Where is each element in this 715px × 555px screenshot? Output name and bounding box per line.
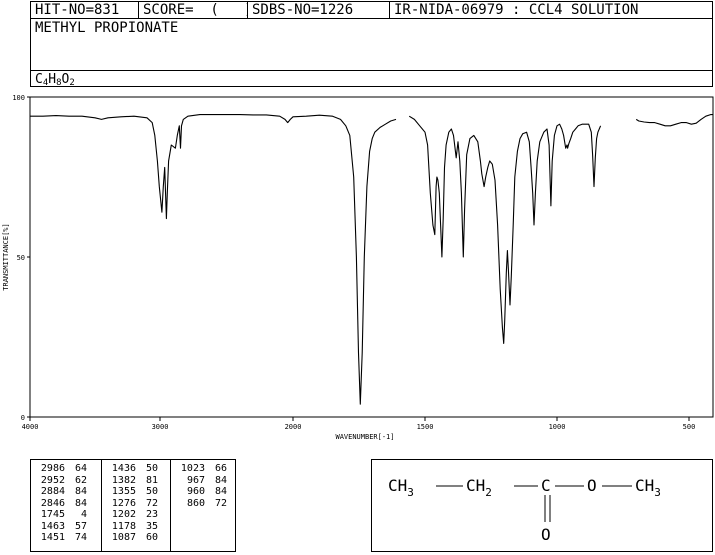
peak-transmittance: 84 — [214, 486, 227, 497]
peak-row: 2846 84 — [35, 498, 99, 510]
y-axis-ticks: 100 50 0 — [12, 94, 30, 422]
peak-transmittance: 81 — [145, 474, 158, 486]
peak-wavenumber: 1355 — [111, 486, 136, 497]
peak-row: 860 72 — [175, 498, 233, 510]
y-tick-label: 100 — [12, 94, 25, 102]
x-tick-label: 2000 — [285, 423, 302, 431]
peak-wavenumber: 860 — [186, 497, 205, 509]
peak-transmittance: 66 — [214, 463, 227, 474]
peak-row: 1178 35 — [106, 521, 168, 533]
peak-transmittance: 72 — [145, 497, 158, 509]
carbonyl-oxygen: O — [541, 525, 551, 544]
peak-wavenumber: 1436 — [111, 463, 136, 474]
x-axis-label: WAVENUMBER[-1] — [335, 433, 394, 441]
peak-row: 2884 84 — [35, 486, 99, 498]
peak-table: 2986 64 2952 62 2884 84 2846 84 1745 4 1463 57 1451 7… — [30, 459, 236, 552]
peak-row: 1087 60 — [106, 532, 168, 544]
peak-row: 2952 62 — [35, 475, 99, 487]
x-tick-label: 3000 — [152, 423, 169, 431]
peak-column: 1023 66 967 84 960 84 860 72 — [171, 460, 235, 551]
peak-wavenumber: 1463 — [40, 520, 65, 532]
peak-transmittance: 50 — [145, 486, 158, 497]
peak-row: 967 84 — [175, 475, 233, 487]
peak-transmittance: 84 — [74, 497, 87, 509]
peak-row: 1202 23 — [106, 509, 168, 521]
peak-row: 1355 50 — [106, 486, 168, 498]
y-tick-label: 50 — [17, 254, 25, 262]
peak-wavenumber: 2986 — [40, 463, 65, 474]
x-axis-ticks: 4000 3000 2000 1500 1000 500 — [22, 417, 696, 431]
peak-row: 1436 50 — [106, 463, 168, 475]
peak-transmittance: 60 — [145, 532, 158, 543]
peak-transmittance: 23 — [145, 509, 158, 520]
peak-row: 1276 72 — [106, 498, 168, 510]
peak-transmittance: 84 — [214, 474, 227, 486]
peak-wavenumber: 1023 — [180, 463, 205, 474]
peak-transmittance: 35 — [145, 520, 158, 532]
group-ch3-left: CH3 — [388, 476, 414, 499]
x-tick-label: 500 — [683, 423, 696, 431]
spectrum-line — [30, 114, 397, 405]
group-ch2: CH2 — [466, 476, 492, 499]
carbonyl-carbon: C — [541, 476, 551, 495]
ir-spectrum-chart: 4000 3000 2000 1500 1000 500 100500 WAVENUMBE… — [2, 94, 714, 441]
peak-wavenumber: 960 — [186, 486, 205, 497]
structure-diagram: CH3 CH2 C O CH3 O — [388, 476, 661, 544]
peak-transmittance: 62 — [74, 474, 87, 486]
x-tick-label: 4000 — [22, 423, 39, 431]
peak-row: 1745 4 — [35, 509, 99, 521]
peak-row: 2986 64 — [35, 463, 99, 475]
peak-column: 2986 64 2952 62 2884 84 2846 84 1745 4 1463 57 1451 7… — [31, 460, 102, 551]
peak-wavenumber: 1745 — [40, 509, 65, 520]
peak-wavenumber: 1087 — [111, 532, 136, 543]
peak-wavenumber: 2846 — [40, 497, 65, 509]
peak-wavenumber: 1382 — [111, 474, 136, 486]
spectrum-line — [635, 114, 713, 127]
structure-box: CH3 CH2 C O CH3 O — [371, 459, 713, 552]
x-tick-label: 1500 — [417, 423, 434, 431]
plot-frame — [29, 96, 714, 418]
peak-wavenumber: 967 — [186, 474, 205, 486]
peak-row: 1451 74 — [35, 532, 99, 544]
peak-wavenumber: 2884 — [40, 486, 65, 497]
peak-transmittance: 4 — [80, 509, 87, 520]
peak-transmittance: 74 — [74, 532, 87, 543]
peak-row: 1463 57 — [35, 521, 99, 533]
peak-transmittance: 64 — [74, 463, 87, 474]
peak-wavenumber: 1276 — [111, 497, 136, 509]
peak-wavenumber: 1451 — [40, 532, 65, 543]
y-tick-label: 0 — [21, 414, 25, 422]
peak-row: 960 84 — [175, 486, 233, 498]
peak-wavenumber: 1202 — [111, 509, 136, 520]
peak-transmittance: 57 — [74, 520, 87, 532]
spectrum-line — [408, 115, 602, 344]
peak-column: 1436 50 1382 81 1355 50 1276 72 1202 23 1178 35 1087… — [102, 460, 171, 551]
peak-row: 1382 81 — [106, 475, 168, 487]
x-tick-label: 1000 — [549, 423, 566, 431]
ester-oxygen: O — [587, 476, 597, 495]
y-axis-label: TRANSMITTANCE[%] — [2, 223, 10, 290]
peak-transmittance: 72 — [214, 497, 227, 509]
peak-transmittance: 50 — [145, 463, 158, 474]
group-ch3-right: CH3 — [635, 476, 661, 499]
peak-wavenumber: 1178 — [111, 520, 136, 532]
peak-transmittance: 84 — [74, 486, 87, 497]
peak-row: 1023 66 — [175, 463, 233, 475]
peak-wavenumber: 2952 — [40, 474, 65, 486]
spectrum-lines — [30, 114, 713, 405]
